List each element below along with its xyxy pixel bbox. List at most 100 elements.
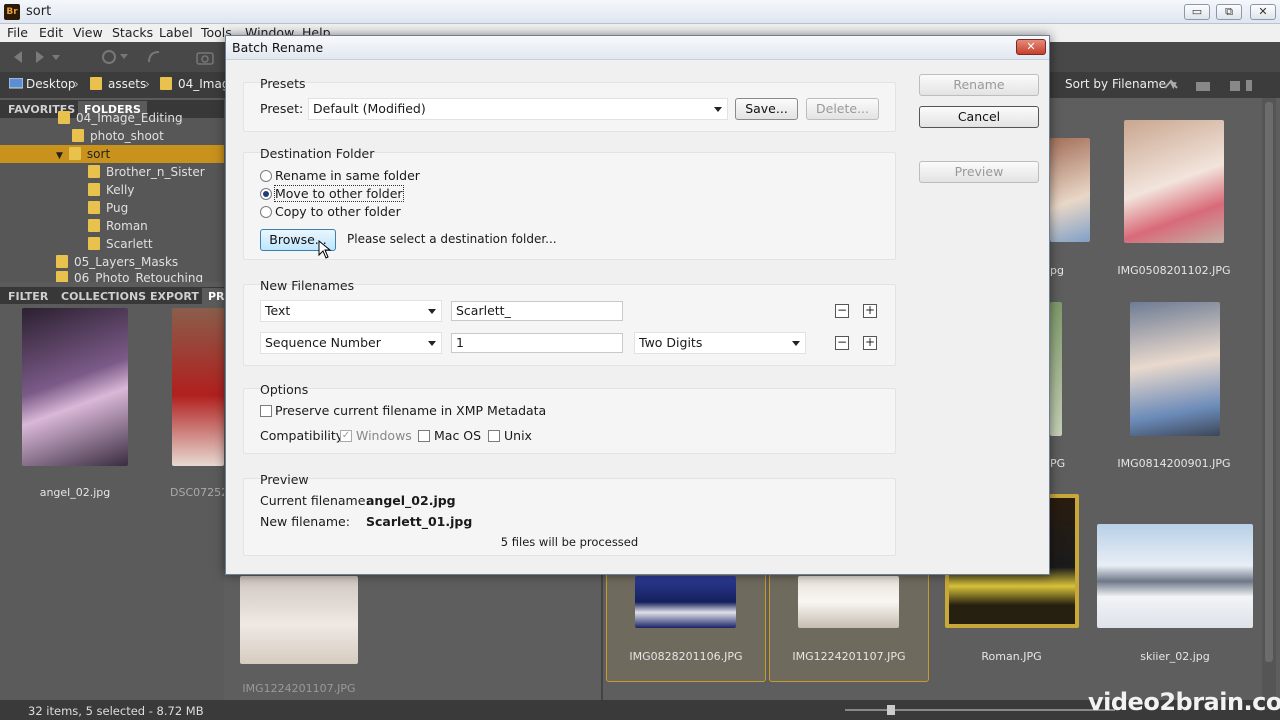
- text-value-input[interactable]: Scarlett_: [451, 301, 623, 321]
- camera-icon[interactable]: [196, 49, 214, 65]
- thumbnail-caption: Roman.JPG: [981, 650, 1042, 663]
- thumbnail-image[interactable]: [1124, 120, 1224, 243]
- recent-folders-icon[interactable]: [100, 49, 130, 65]
- radio-move-other-folder[interactable]: [260, 188, 272, 200]
- new-filename-value: Scarlett_01.jpg: [366, 514, 473, 529]
- rename-button[interactable]: Rename: [919, 74, 1039, 96]
- expand-arrow-icon: ▼: [56, 151, 63, 161]
- add-row-button[interactable]: +: [863, 304, 877, 318]
- desktop-icon: [9, 78, 23, 89]
- thumbnail-image[interactable]: [22, 308, 128, 466]
- preset-dropdown[interactable]: Default (Modified): [308, 98, 728, 120]
- nav-arrows-icon[interactable]: [12, 50, 82, 64]
- preview-button[interactable]: Preview: [919, 161, 1039, 183]
- folder-icon: [68, 147, 81, 160]
- thumbnail-caption: IMG1224201107.JPG: [792, 650, 906, 663]
- thumbnail-image[interactable]: [240, 576, 358, 664]
- menu-label[interactable]: Label: [159, 25, 193, 40]
- unix-checkbox[interactable]: [488, 430, 500, 442]
- tab-filter[interactable]: FILTER: [8, 290, 48, 303]
- folder-icon: [88, 219, 100, 232]
- thumbnail-caption: IMG0814200901.JPG: [1117, 457, 1231, 470]
- folder-item-selected[interactable]: ▼ sort: [0, 145, 224, 163]
- remove-row-button[interactable]: −: [835, 336, 849, 350]
- folder-item[interactable]: Roman: [88, 217, 148, 235]
- presets-title: Presets: [260, 76, 306, 91]
- breadcrumb-desktop[interactable]: Desktop: [26, 77, 76, 91]
- folder-item[interactable]: Scarlett: [88, 235, 153, 253]
- element-type-dropdown[interactable]: Sequence Number: [260, 332, 442, 354]
- scrollbar[interactable]: [1262, 98, 1276, 700]
- menu-file[interactable]: File: [7, 25, 28, 40]
- sort-dropdown[interactable]: Sort by Filename ▼: [1065, 77, 1177, 91]
- add-row-button[interactable]: +: [863, 336, 877, 350]
- remove-row-button[interactable]: −: [835, 304, 849, 318]
- restore-button[interactable]: ⧉: [1216, 4, 1242, 20]
- dialog-close-button[interactable]: ✕: [1016, 39, 1046, 55]
- menu-stacks[interactable]: Stacks: [112, 25, 153, 40]
- new-folder-icon[interactable]: [1194, 78, 1254, 92]
- tab-export[interactable]: EXPORT: [150, 290, 199, 303]
- folder-item[interactable]: 05_Layers_Masks: [56, 253, 178, 271]
- breadcrumb-assets[interactable]: assets: [90, 77, 146, 91]
- current-filename-label: Current filename:: [260, 493, 370, 508]
- unix-label: Unix: [504, 428, 532, 443]
- preserve-filename-checkbox[interactable]: [260, 405, 272, 417]
- breadcrumb-separator-icon: ›: [145, 77, 150, 91]
- mouse-cursor-icon: [318, 240, 332, 259]
- thumbnail-image[interactable]: [798, 576, 899, 628]
- tab-collections[interactable]: COLLECTIONS: [61, 290, 146, 303]
- window-title: sort: [26, 4, 52, 19]
- folder-item[interactable]: photo_shoot: [72, 127, 224, 145]
- folder-label: 04_Image_Editing: [76, 111, 183, 125]
- chevron-down-icon: [714, 107, 722, 112]
- thumbnail-image[interactable]: [635, 576, 736, 628]
- thumbnail-image[interactable]: [1130, 302, 1220, 436]
- menu-view[interactable]: View: [73, 25, 103, 40]
- radio-rename-same-folder[interactable]: [260, 170, 272, 182]
- element-type-value: Text: [265, 303, 291, 318]
- folder-item[interactable]: Kelly: [88, 181, 134, 199]
- element-type-dropdown[interactable]: Text: [260, 300, 442, 322]
- mac-checkbox[interactable]: [418, 430, 430, 442]
- folder-icon: [88, 201, 100, 214]
- radio-copy-other-folder[interactable]: [260, 206, 272, 218]
- menu-edit[interactable]: Edit: [39, 25, 63, 40]
- slider-handle[interactable]: [887, 705, 895, 715]
- folder-item[interactable]: 06_Photo_Retouching: [56, 271, 203, 282]
- window-titlebar: Br sort ▭ ⧉ ✕: [0, 0, 1280, 24]
- chevron-down-icon: [428, 341, 436, 346]
- boomerang-icon[interactable]: [146, 49, 162, 65]
- current-filename-value: angel_02.jpg: [366, 493, 456, 508]
- option-label: Move to other folder: [274, 185, 404, 202]
- delete-preset-button[interactable]: Delete...: [806, 98, 879, 120]
- thumbnail-image[interactable]: [1050, 302, 1062, 436]
- folder-icon: [88, 237, 100, 250]
- save-preset-button[interactable]: Save...: [735, 98, 798, 120]
- new-filename-label: New filename:: [260, 514, 350, 529]
- preset-value: Default (Modified): [313, 101, 426, 116]
- thumbnail-image[interactable]: [1097, 524, 1253, 628]
- sequence-start-input[interactable]: 1: [451, 333, 623, 353]
- breadcrumb-label: assets: [108, 77, 147, 91]
- minimize-button[interactable]: ▭: [1184, 4, 1210, 20]
- folder-label: Brother_n_Sister: [106, 165, 205, 179]
- preset-label: Preset:: [260, 101, 304, 116]
- thumbnail-image[interactable]: [172, 308, 224, 466]
- folder-icon: [88, 165, 100, 178]
- folder-icon: [88, 183, 100, 196]
- folder-icon: [56, 255, 68, 268]
- chevron-down-icon: [428, 309, 436, 314]
- mac-label: Mac OS: [434, 428, 482, 443]
- option-label: Copy to other folder: [275, 204, 401, 219]
- cancel-button[interactable]: Cancel: [919, 106, 1039, 128]
- digits-dropdown[interactable]: Two Digits: [634, 332, 806, 354]
- sort-ascending-icon[interactable]: [1164, 78, 1178, 90]
- folder-item[interactable]: 04_Image_Editing: [58, 109, 224, 127]
- windows-checkbox[interactable]: ✓: [340, 430, 352, 442]
- thumbnail-size-slider[interactable]: [845, 709, 1115, 711]
- folder-item[interactable]: Pug: [88, 199, 128, 217]
- folder-item[interactable]: Brother_n_Sister: [88, 163, 205, 181]
- thumbnail-image[interactable]: [1050, 138, 1090, 242]
- window-close-button[interactable]: ✕: [1250, 4, 1276, 20]
